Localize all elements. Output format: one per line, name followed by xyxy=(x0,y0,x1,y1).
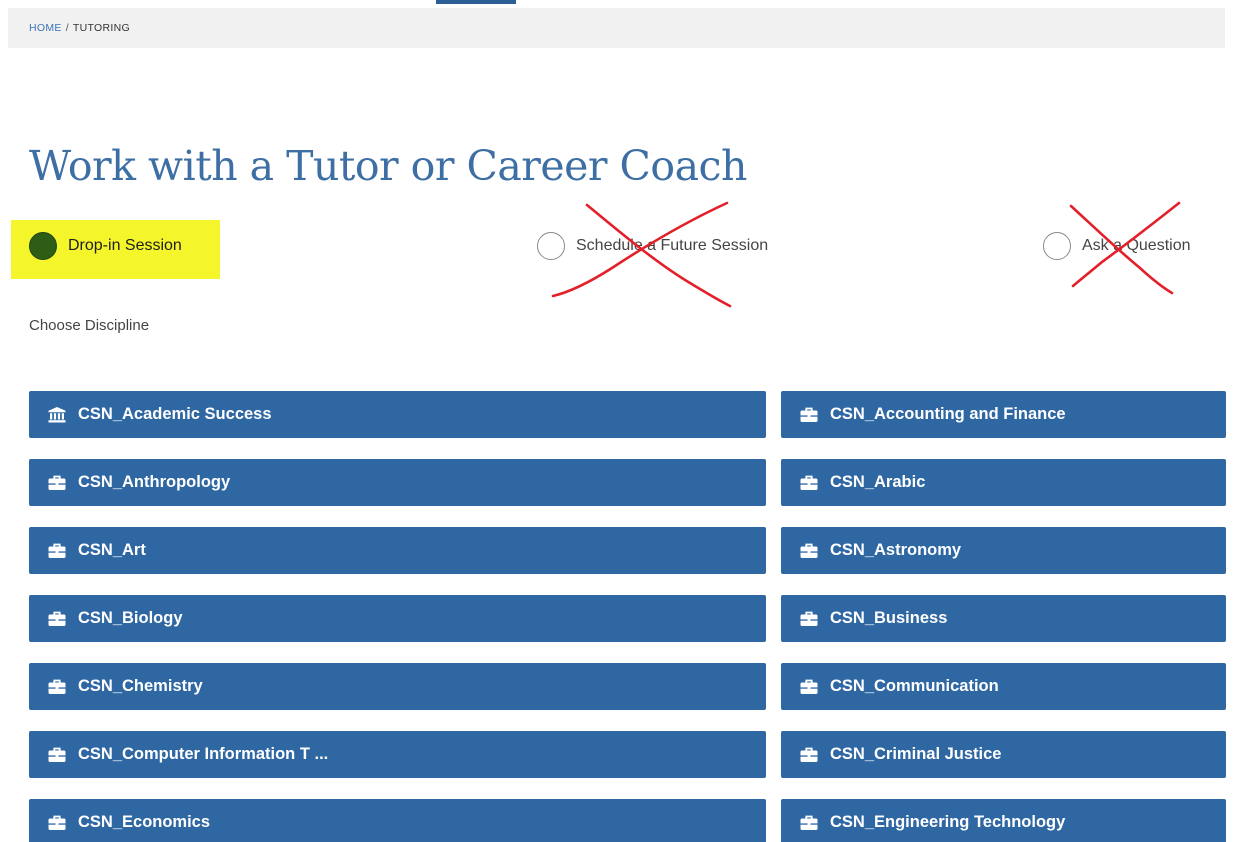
discipline-label: CSN_Chemistry xyxy=(78,677,203,695)
radio-empty-icon xyxy=(537,232,565,260)
discipline-label: CSN_Criminal Justice xyxy=(830,745,1002,763)
choose-discipline-label: Choose Discipline xyxy=(29,317,150,334)
radio-ask-question[interactable]: Ask a Question xyxy=(1043,232,1191,260)
discipline-button[interactable]: CSN_Arabic xyxy=(781,459,1226,506)
radio-drop-in-session[interactable]: Drop-in Session xyxy=(29,232,182,260)
discipline-button[interactable]: CSN_Criminal Justice xyxy=(781,731,1226,778)
radio-empty-icon xyxy=(1043,232,1071,260)
briefcase-icon xyxy=(48,815,66,830)
radio-label: Schedule a Future Session xyxy=(576,237,769,254)
briefcase-icon xyxy=(48,611,66,626)
discipline-button[interactable]: CSN_Computer Information T ... xyxy=(29,731,766,778)
discipline-label: CSN_Art xyxy=(78,541,146,559)
briefcase-icon xyxy=(800,611,818,626)
radio-label: Drop-in Session xyxy=(68,237,182,254)
discipline-button[interactable]: CSN_Business xyxy=(781,595,1226,642)
discipline-label: CSN_Computer Information T ... xyxy=(78,745,329,763)
discipline-button[interactable]: CSN_Accounting and Finance xyxy=(781,391,1226,438)
discipline-button[interactable]: CSN_Anthropology xyxy=(29,459,766,506)
breadcrumb-separator: / xyxy=(65,22,69,34)
discipline-button[interactable]: CSN_Art xyxy=(29,527,766,574)
radio-schedule-future-session[interactable]: Schedule a Future Session xyxy=(537,232,768,260)
discipline-button[interactable]: CSN_Academic Success xyxy=(29,391,766,438)
discipline-label: CSN_Arabic xyxy=(830,473,926,491)
briefcase-icon xyxy=(800,815,818,830)
discipline-label: CSN_Communication xyxy=(830,677,999,695)
discipline-label: CSN_Accounting and Finance xyxy=(830,405,1066,423)
briefcase-icon xyxy=(48,475,66,490)
discipline-button[interactable]: CSN_Chemistry xyxy=(29,663,766,710)
page-title: Work with a Tutor or Career Coach xyxy=(29,142,747,190)
radio-selected-icon xyxy=(29,232,57,260)
discipline-label: CSN_Academic Success xyxy=(78,405,272,423)
briefcase-icon xyxy=(48,543,66,558)
discipline-label: CSN_Biology xyxy=(78,609,183,627)
discipline-button[interactable]: CSN_Economics xyxy=(29,799,766,842)
briefcase-icon xyxy=(800,747,818,762)
discipline-label: CSN_Anthropology xyxy=(78,473,231,491)
discipline-label: CSN_Astronomy xyxy=(830,541,962,559)
discipline-button[interactable]: CSN_Astronomy xyxy=(781,527,1226,574)
breadcrumb-home-link[interactable]: HOME xyxy=(29,22,62,34)
briefcase-icon xyxy=(800,475,818,490)
briefcase-icon xyxy=(800,543,818,558)
institution-icon xyxy=(48,406,66,422)
top-accent-bar xyxy=(436,0,516,4)
discipline-button[interactable]: CSN_Engineering Technology xyxy=(781,799,1226,842)
briefcase-icon xyxy=(800,407,818,422)
discipline-label: CSN_Economics xyxy=(78,813,211,831)
briefcase-icon xyxy=(800,679,818,694)
briefcase-icon xyxy=(48,747,66,762)
discipline-button[interactable]: CSN_Biology xyxy=(29,595,766,642)
breadcrumb-current: TUTORING xyxy=(72,22,130,34)
briefcase-icon xyxy=(48,679,66,694)
discipline-button[interactable]: CSN_Communication xyxy=(781,663,1226,710)
discipline-label: CSN_Engineering Technology xyxy=(830,813,1066,831)
breadcrumb: HOME / TUTORING xyxy=(8,8,1225,48)
discipline-label: CSN_Business xyxy=(830,609,948,627)
discipline-grid: CSN_Academic Success CSN_Accounting and F… xyxy=(29,391,1226,842)
radio-label: Ask a Question xyxy=(1082,237,1191,254)
